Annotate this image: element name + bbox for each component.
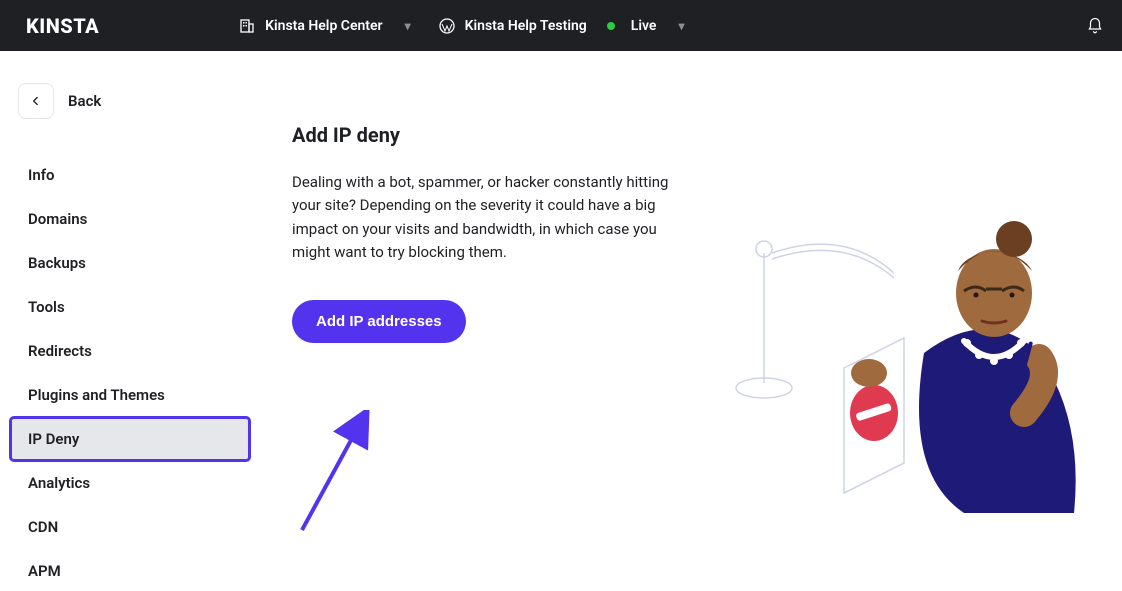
sidebar-item-domains[interactable]: Domains (10, 197, 250, 241)
status-live-dot (607, 22, 615, 30)
back-link[interactable]: Back (10, 83, 250, 119)
sidebar-item-label: APM (28, 562, 61, 580)
sidebar-item-label: Redirects (28, 342, 92, 360)
back-label: Back (68, 92, 101, 110)
sidebar-item-redirects[interactable]: Redirects (10, 329, 250, 373)
sidebar-item-tools[interactable]: Tools (10, 285, 250, 329)
app-shell: Back Info Domains Backups Tools Redirect… (0, 51, 1122, 591)
wordpress-icon (439, 18, 455, 34)
sidebar-item-cdn[interactable]: CDN (10, 505, 250, 549)
chevron-down-icon: ▾ (678, 19, 684, 33)
sidebar-item-backups[interactable]: Backups (10, 241, 250, 285)
environment-label: Live (631, 18, 657, 34)
button-label: Add IP addresses (316, 313, 442, 330)
page-title: Add IP deny (292, 123, 692, 147)
sidebar-item-plugins-themes[interactable]: Plugins and Themes (10, 373, 250, 417)
sidebar-item-label: Tools (28, 298, 65, 316)
topbar: KINSTA Kinsta Help Center ▾ Kinsta Help … (0, 0, 1122, 51)
bouncer-illustration (724, 213, 1084, 533)
kinsta-logo: KINSTA (26, 14, 99, 38)
site-selector[interactable]: Kinsta Help Testing (439, 18, 587, 34)
sidebar-item-label: CDN (28, 518, 58, 536)
page-description: Dealing with a bot, spammer, or hacker c… (292, 171, 692, 264)
sidebar: Back Info Domains Backups Tools Redirect… (0, 51, 260, 591)
environment-selector[interactable]: Live ▾ (607, 18, 685, 34)
building-icon (239, 18, 255, 34)
sidebar-nav: Info Domains Backups Tools Redirects Plu… (10, 153, 250, 591)
site-selector-label: Kinsta Help Testing (465, 18, 587, 34)
sidebar-item-ip-deny[interactable]: IP Deny (10, 417, 250, 461)
ip-deny-panel: Add IP deny Dealing with a bot, spammer,… (260, 75, 1122, 575)
sidebar-item-label: Backups (28, 254, 86, 272)
sidebar-item-apm[interactable]: APM (10, 549, 250, 591)
add-ip-addresses-button[interactable]: Add IP addresses (292, 300, 466, 343)
logo-text: KINSTA (26, 14, 99, 38)
sidebar-item-label: Info (28, 166, 55, 184)
main-content: Add IP deny Dealing with a bot, spammer,… (260, 51, 1122, 591)
sidebar-item-info[interactable]: Info (10, 153, 250, 197)
chevron-down-icon: ▾ (405, 19, 411, 33)
sidebar-item-label: IP Deny (28, 430, 79, 448)
company-selector[interactable]: Kinsta Help Center ▾ (239, 18, 410, 34)
company-selector-label: Kinsta Help Center (265, 18, 382, 34)
notifications-icon[interactable] (1086, 17, 1104, 35)
sidebar-item-analytics[interactable]: Analytics (10, 461, 250, 505)
illustration-area (724, 123, 1074, 527)
back-arrow-icon (18, 83, 54, 119)
sidebar-item-label: Domains (28, 210, 87, 228)
sidebar-item-label: Plugins and Themes (28, 386, 165, 404)
sidebar-item-label: Analytics (28, 474, 90, 492)
